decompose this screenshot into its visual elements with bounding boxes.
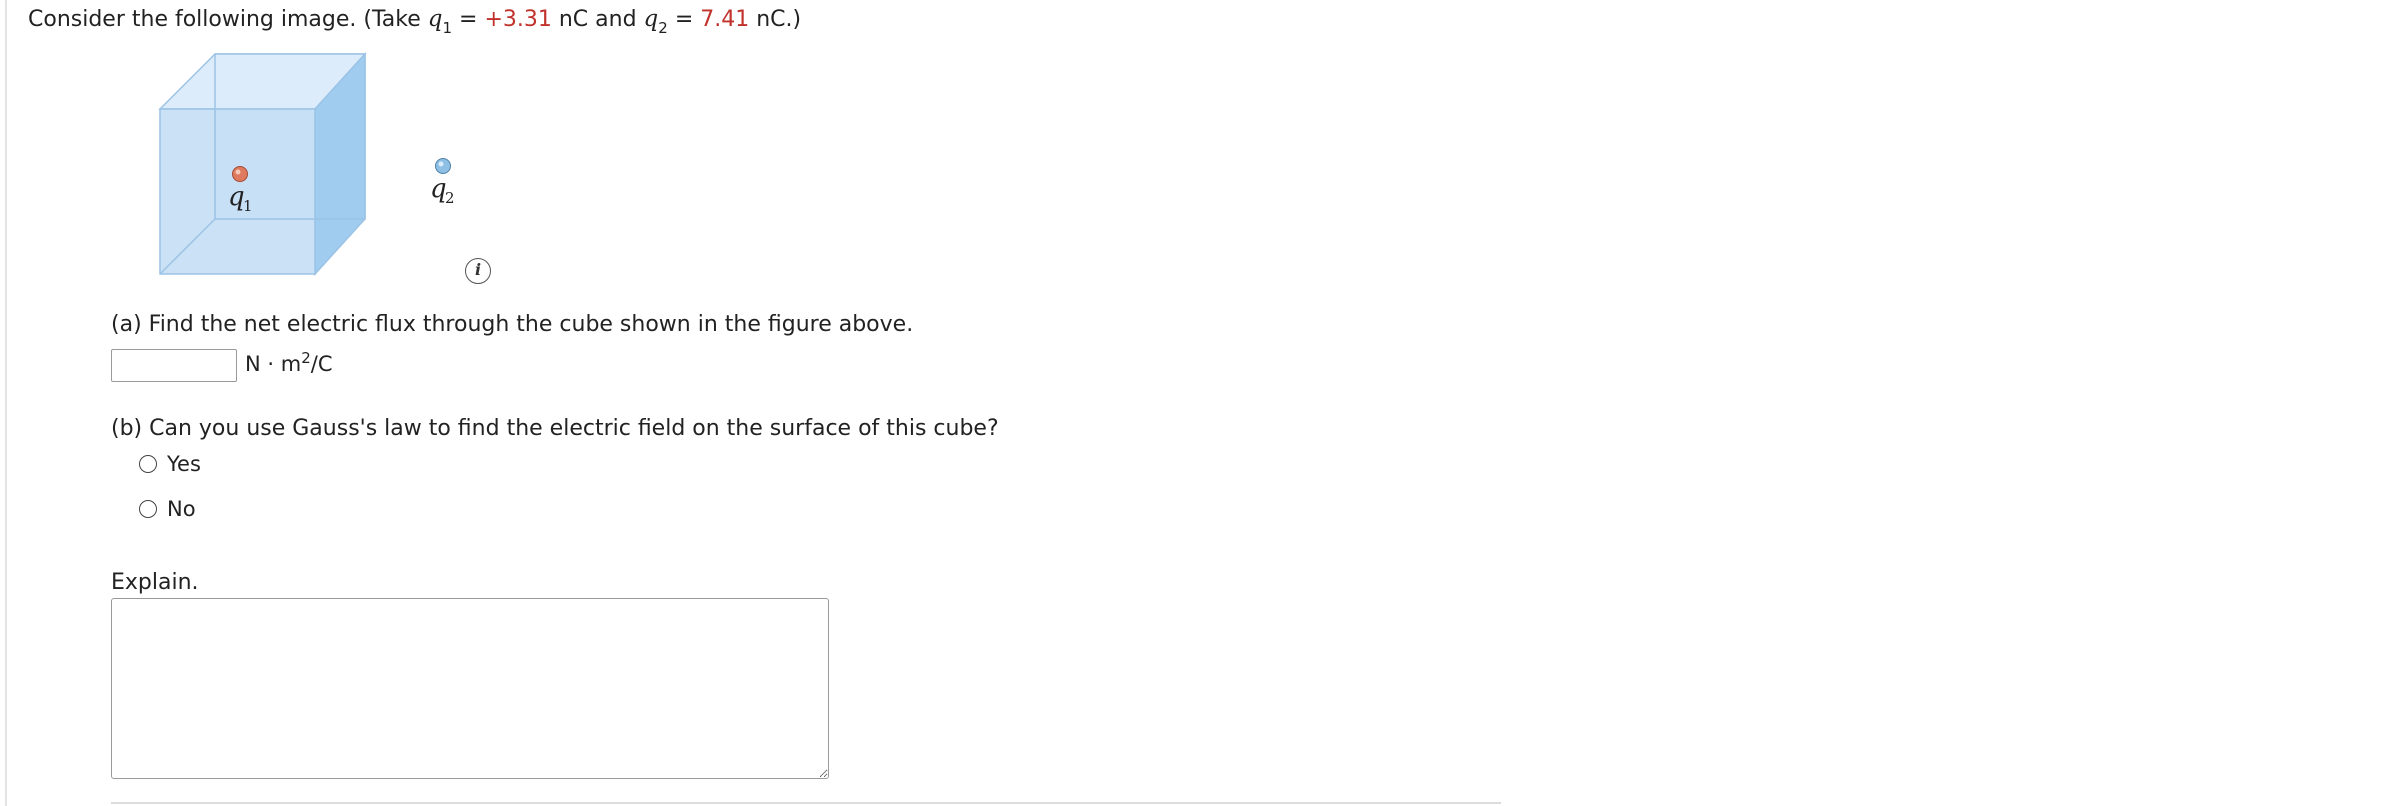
q1-label-sub: 1: [243, 197, 253, 215]
q2-unit: nC.): [749, 7, 802, 32]
q1-highlight: [235, 169, 241, 175]
question-prompt: Consider the following image. (Take q1 =…: [28, 6, 801, 37]
bottom-divider: [111, 802, 1501, 804]
left-border: [5, 0, 7, 806]
radio-label-no: No: [167, 497, 196, 521]
radio-button-yes[interactable]: [139, 455, 157, 473]
prompt-intro: Consider the following image. (Take: [28, 7, 428, 32]
flux-unit: N · m2/C: [245, 349, 333, 376]
q2-symbol: q2: [643, 6, 668, 37]
q1-charge: [232, 166, 248, 182]
explain-label: Explain.: [111, 570, 199, 595]
q2-charge: [435, 158, 451, 174]
info-icon[interactable]: i: [465, 258, 491, 284]
radio-button-no[interactable]: [139, 500, 157, 518]
equals-2: =: [667, 7, 701, 32]
cube-figure: q 1 q 2: [158, 52, 455, 276]
explain-textarea[interactable]: [111, 598, 829, 779]
equals-1: =: [452, 7, 485, 32]
q2-highlight: [438, 161, 444, 167]
flux-answer-input[interactable]: [111, 349, 237, 382]
radio-option-yes[interactable]: Yes: [139, 452, 201, 476]
q1-value: +3.31: [484, 7, 552, 32]
part-a-prompt: (a) Find the net electric flux through t…: [111, 312, 914, 337]
q1-unit: nC and: [551, 7, 644, 32]
q2-label-sub: 2: [445, 189, 455, 207]
radio-option-no[interactable]: No: [139, 497, 196, 521]
q2-value: 7.41: [700, 7, 750, 32]
q1-symbol: q1: [427, 6, 453, 37]
part-b-prompt: (b) Can you use Gauss's law to find the …: [111, 416, 999, 441]
radio-label-yes: Yes: [167, 452, 201, 476]
